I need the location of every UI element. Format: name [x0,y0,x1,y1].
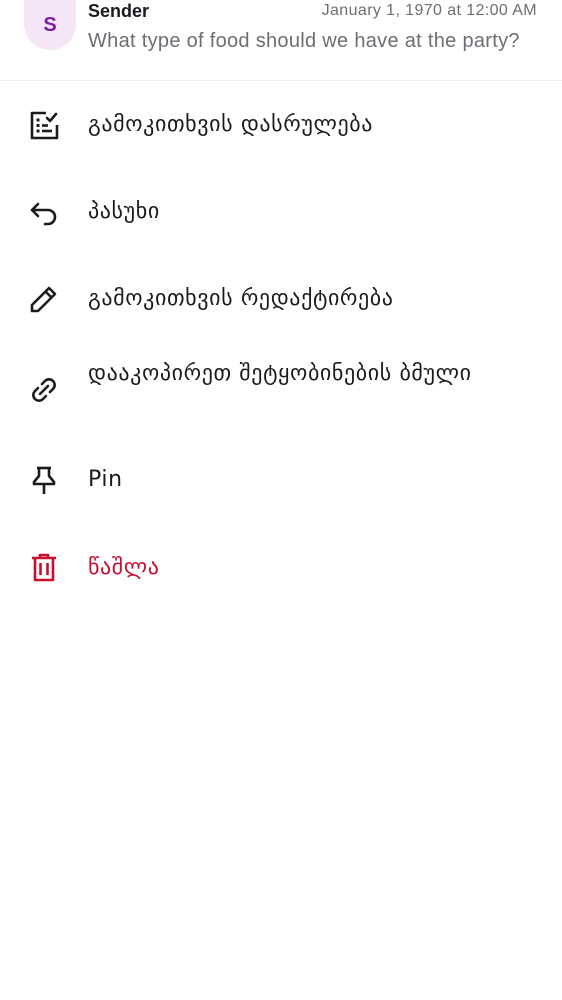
menu-item-pin[interactable]: Pin [0,459,562,503]
menu-item-label: გამოკითხვის დასრულება [88,112,374,137]
message-header: S Sender January 1, 1970 at 12:00 AM Wha… [0,0,562,80]
menu-item-label: დააკოპირეთ შეტყობინების ბმული [88,361,472,386]
divider [0,80,562,81]
pin-icon [28,464,60,496]
sender-name: Sender [88,1,150,21]
menu-item-reply[interactable]: პასუხი [0,191,562,235]
reply-icon [28,197,60,229]
message-preview: What type of food should we have at the … [88,30,520,52]
menu-item-label: Pin [88,467,123,492]
avatar: S [24,0,76,50]
message-timestamp: January 1, 1970 at 12:00 AM [321,2,537,19]
menu-item-delete[interactable]: წაშლა [0,547,562,591]
menu-item-edit-poll[interactable]: გამოკითხვის რედაქტირება [0,279,562,323]
menu-item-label: წაშლა [88,555,160,580]
edit-icon [28,283,60,315]
menu-item-label: გამოკითხვის რედაქტირება [88,286,394,311]
menu-item-end-poll[interactable]: გამოკითხვის დასრულება [0,103,562,147]
avatar-initial: S [43,13,57,36]
menu-item-label: პასუხი [88,199,160,224]
link-icon [28,374,60,406]
menu-item-copy-link[interactable]: დააკოპირეთ შეტყობინების ბმული [0,357,562,425]
end-poll-icon [28,109,60,141]
delete-icon [28,551,60,583]
